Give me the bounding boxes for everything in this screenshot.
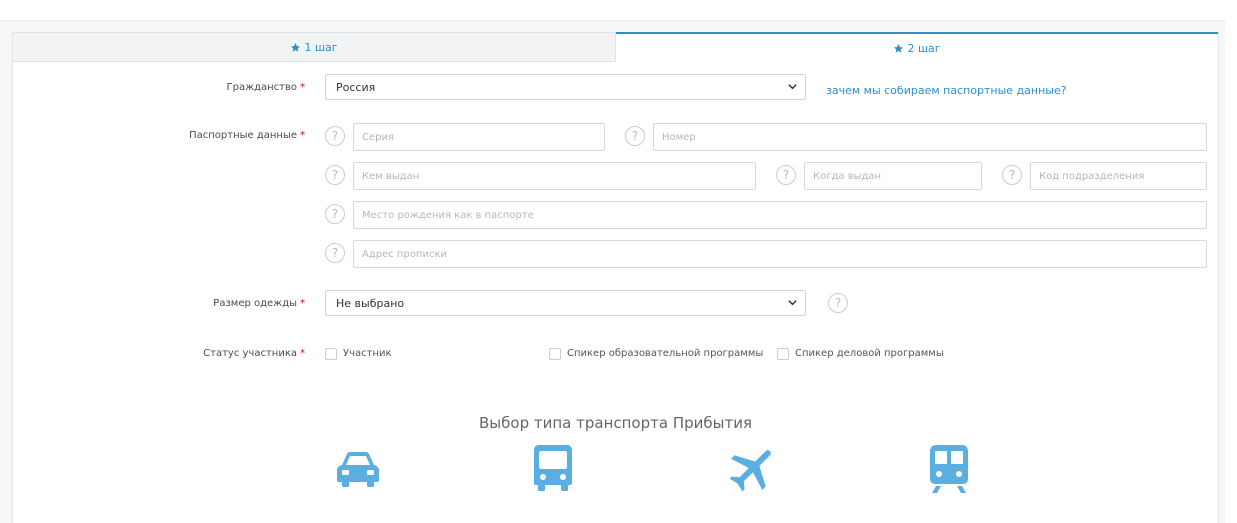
required-mark: * bbox=[300, 298, 305, 309]
issued-by-input[interactable]: Кем выдан bbox=[353, 162, 756, 190]
citizenship-value: Россия bbox=[336, 80, 376, 94]
tab-label: 1 шаг bbox=[304, 40, 338, 54]
business-speaker-label[interactable]: Спикер деловой программы bbox=[795, 348, 944, 359]
edu-speaker-label[interactable]: Спикер образовательной программы bbox=[567, 348, 763, 359]
passport-number-input[interactable]: Номер bbox=[653, 123, 1207, 151]
help-icon[interactable]: ? bbox=[625, 126, 645, 146]
required-mark: * bbox=[300, 348, 305, 359]
chevron-down-icon bbox=[788, 84, 797, 90]
bus-icon[interactable] bbox=[532, 443, 574, 493]
train-icon[interactable] bbox=[928, 443, 970, 495]
clothing-label: Размер одежды * bbox=[105, 298, 305, 309]
help-icon[interactable]: ? bbox=[325, 126, 345, 146]
star-icon bbox=[291, 42, 301, 52]
business-speaker-checkbox[interactable] bbox=[777, 348, 789, 360]
form-panel: 1 шаг 2 шаг Гражданство * Россия зачем мы… bbox=[12, 32, 1219, 523]
birthplace-input[interactable]: Место рождения как в паспорте bbox=[353, 201, 1207, 229]
passport-label-text: Паспортные данные bbox=[189, 130, 297, 141]
car-icon[interactable] bbox=[334, 449, 382, 489]
scroll-gutter bbox=[1225, 0, 1237, 523]
required-mark: * bbox=[300, 82, 305, 93]
transport-title: Выбор типа транспорта Прибытия bbox=[479, 414, 752, 432]
top-bar bbox=[0, 0, 1237, 20]
citizenship-select[interactable]: Россия bbox=[325, 74, 806, 100]
passport-label: Паспортные данные * bbox=[105, 130, 305, 141]
help-icon[interactable]: ? bbox=[325, 204, 345, 224]
divider bbox=[0, 20, 1237, 21]
tab-step-1[interactable]: 1 шаг bbox=[13, 32, 616, 62]
issued-date-input[interactable]: Когда выдан bbox=[804, 162, 982, 190]
participant-checkbox[interactable] bbox=[325, 348, 337, 360]
help-icon[interactable]: ? bbox=[828, 293, 848, 313]
star-icon bbox=[894, 43, 904, 53]
clothing-size-select[interactable]: Не выбрано bbox=[325, 290, 806, 316]
why-passport-link[interactable]: зачем мы собираем паспортные данные? bbox=[826, 84, 1067, 97]
chevron-down-icon bbox=[788, 300, 797, 306]
help-icon[interactable]: ? bbox=[1002, 165, 1022, 185]
help-icon[interactable]: ? bbox=[325, 165, 345, 185]
edu-speaker-checkbox[interactable] bbox=[549, 348, 561, 360]
required-mark: * bbox=[300, 130, 305, 141]
clothing-label-text: Размер одежды bbox=[213, 298, 297, 309]
help-icon[interactable]: ? bbox=[776, 165, 796, 185]
division-code-input[interactable]: Код подразделения bbox=[1030, 162, 1207, 190]
help-icon[interactable]: ? bbox=[325, 243, 345, 263]
passport-series-input[interactable]: Серия bbox=[353, 123, 605, 151]
address-input[interactable]: Адрес прописки bbox=[353, 240, 1207, 268]
clothing-size-value: Не выбрано bbox=[336, 296, 405, 310]
airplane-icon[interactable] bbox=[727, 442, 779, 494]
status-label: Статус участника * bbox=[105, 348, 305, 359]
citizenship-label: Гражданство * bbox=[105, 82, 306, 93]
participant-label[interactable]: Участник bbox=[343, 348, 392, 359]
status-label-text: Статус участника bbox=[203, 348, 297, 359]
tab-step-2[interactable]: 2 шаг bbox=[616, 32, 1218, 62]
citizenship-label-text: Гражданство bbox=[226, 82, 298, 93]
tab-label: 2 шаг bbox=[907, 41, 941, 55]
